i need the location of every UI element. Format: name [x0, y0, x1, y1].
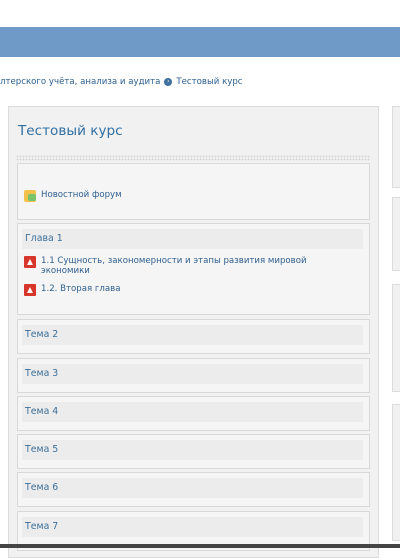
- side-block: [392, 197, 400, 271]
- forum-icon: [24, 190, 36, 202]
- taskbar: [0, 544, 400, 548]
- breadcrumb-current[interactable]: Тестовый курс: [176, 77, 242, 87]
- section-5: Тема 5: [17, 434, 370, 469]
- section-6: Тема 6: [17, 472, 370, 507]
- title-divider: [16, 155, 370, 161]
- section-1: Глава 1 1.1 Сущность, закономерности и э…: [17, 223, 370, 315]
- section-2: Тема 2: [17, 319, 370, 354]
- pdf-icon: [24, 256, 36, 268]
- activity-resource[interactable]: 1.1 Сущность, закономерности и этапы раз…: [24, 256, 324, 276]
- page-title: Тестовый курс: [18, 123, 123, 139]
- side-block: [392, 284, 400, 392]
- section-title[interactable]: Тема 3: [22, 364, 363, 384]
- activity-label[interactable]: 1.1 Сущность, закономерности и этапы раз…: [41, 256, 324, 276]
- section-title[interactable]: Тема 6: [22, 478, 363, 498]
- section-title[interactable]: Тема 7: [22, 517, 363, 537]
- section-title[interactable]: Тема 4: [22, 402, 363, 422]
- activity-resource[interactable]: 1.2. Вторая глава: [24, 284, 121, 296]
- section-title[interactable]: Тема 5: [22, 440, 363, 460]
- breadcrumb-parent-link[interactable]: лтерского учёта, анализа и аудита: [0, 77, 160, 87]
- course-content: Тестовый курс Новостной форум Глава 1 1.…: [8, 106, 379, 558]
- activity-label[interactable]: Новостной форум: [41, 190, 122, 200]
- pdf-icon: [24, 284, 36, 296]
- breadcrumb-arrow-icon: ›: [164, 77, 173, 86]
- side-block: [392, 106, 400, 188]
- section-general: Новостной форум: [17, 163, 370, 220]
- section-title[interactable]: Тема 2: [22, 325, 363, 345]
- section-title[interactable]: Глава 1: [22, 229, 363, 249]
- top-banner: [0, 27, 400, 57]
- side-block: [392, 404, 400, 541]
- section-4: Тема 4: [17, 396, 370, 431]
- breadcrumb: лтерского учёта, анализа и аудита › Тестов…: [0, 77, 243, 87]
- section-3: Тема 3: [17, 358, 370, 393]
- activity-label[interactable]: 1.2. Вторая глава: [41, 284, 121, 294]
- activity-news-forum[interactable]: Новостной форум: [24, 190, 122, 202]
